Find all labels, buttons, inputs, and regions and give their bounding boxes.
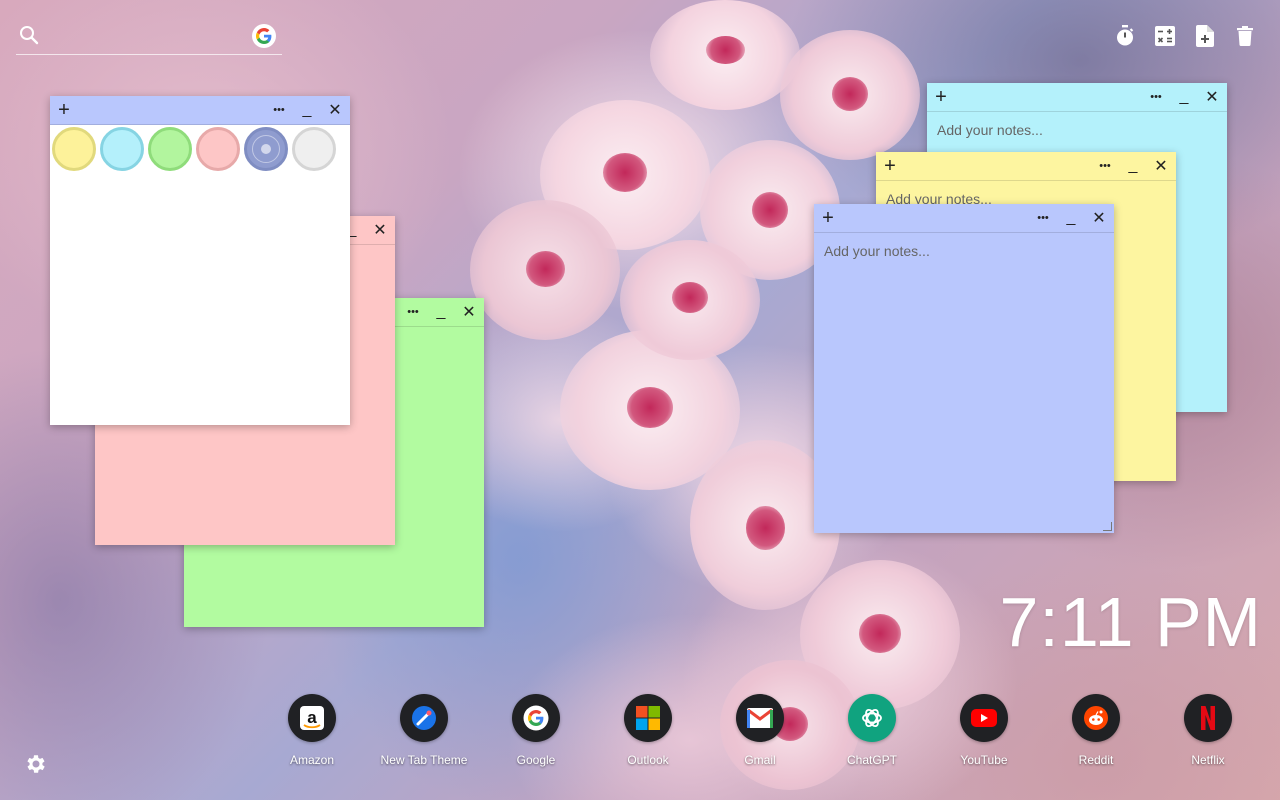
color-palette (50, 125, 350, 171)
note-header[interactable]: + ••• _ ✕ (927, 83, 1227, 112)
yellow-swatch[interactable] (52, 127, 96, 171)
shortcut-label: Google (516, 753, 556, 767)
cyan-swatch[interactable] (100, 127, 144, 171)
note-text-area[interactable]: Add your notes... (927, 112, 1227, 148)
shortcut-label: ChatGPT (846, 753, 897, 767)
shortcut-label: Reddit (1078, 753, 1114, 767)
note-minimize-button[interactable]: _ (430, 298, 452, 326)
shortcut-amazon[interactable]: a Amazon (256, 694, 368, 767)
shortcut-youtube[interactable]: YouTube (928, 694, 1040, 767)
shortcut-label: YouTube (960, 753, 1008, 767)
trash-icon[interactable] (1234, 24, 1256, 48)
sticky-note-lavender[interactable]: + ••• _ ✕ Add your notes... (814, 204, 1114, 533)
netflix-icon (1184, 694, 1232, 742)
shortcut-google[interactable]: Google (480, 694, 592, 767)
calculator-icon[interactable] (1154, 24, 1176, 48)
note-minimize-button[interactable]: _ (296, 96, 318, 124)
shortcut-new-tab-theme[interactable]: New Tab Theme (368, 694, 480, 767)
note-more-button[interactable]: ••• (1145, 83, 1167, 111)
note-header[interactable]: + ••• _ ✕ (50, 96, 350, 125)
note-text-area[interactable]: Add your notes... (814, 233, 1114, 269)
note-header[interactable]: + ••• _ ✕ (814, 204, 1114, 233)
shortcut-label: Amazon (289, 753, 335, 767)
search-icon[interactable] (18, 24, 40, 46)
reddit-icon (1072, 694, 1120, 742)
gmail-icon (736, 694, 784, 742)
google-icon[interactable] (252, 24, 276, 48)
note-close-button[interactable]: ✕ (1150, 152, 1172, 180)
top-toolbar (1114, 24, 1256, 48)
note-add-button[interactable]: + (817, 204, 839, 232)
shortcut-outlook[interactable]: Outlook (592, 694, 704, 767)
search-bar[interactable] (16, 22, 282, 55)
timer-icon[interactable] (1114, 24, 1136, 48)
shortcut-label: Gmail (744, 753, 776, 767)
note-close-button[interactable]: ✕ (458, 298, 480, 326)
lavender-swatch[interactable] (244, 127, 288, 171)
shortcut-netflix[interactable]: Netflix (1152, 694, 1264, 767)
note-add-button[interactable]: + (53, 96, 75, 124)
clock: 7:11 PM (999, 583, 1262, 661)
new-note-icon[interactable] (1194, 24, 1216, 48)
shortcut-reddit[interactable]: Reddit (1040, 694, 1152, 767)
chatgpt-icon (848, 694, 896, 742)
shortcut-label: Netflix (1191, 753, 1225, 767)
new-tab-theme-icon (400, 694, 448, 742)
note-minimize-button[interactable]: _ (1122, 152, 1144, 180)
white-swatch[interactable] (292, 127, 336, 171)
note-more-button[interactable]: ••• (1032, 204, 1054, 232)
note-more-button[interactable]: ••• (402, 298, 424, 326)
sticky-note-color-picker[interactable]: + ••• _ ✕ (50, 96, 350, 425)
note-more-button[interactable]: ••• (1094, 152, 1116, 180)
note-minimize-button[interactable]: _ (1173, 83, 1195, 111)
note-close-button[interactable]: ✕ (1201, 83, 1223, 111)
note-add-button[interactable]: + (930, 83, 952, 111)
pink-swatch[interactable] (196, 127, 240, 171)
resize-handle[interactable] (1103, 522, 1112, 531)
note-close-button[interactable]: ✕ (369, 216, 391, 244)
shortcut-label: New Tab Theme (380, 753, 468, 767)
note-header[interactable]: + ••• _ ✕ (876, 152, 1176, 181)
note-add-button[interactable]: + (879, 152, 901, 180)
microsoft-icon (624, 694, 672, 742)
svg-text:a: a (307, 708, 317, 727)
shortcut-dock: a Amazon New Tab Theme Google Outlook Gm… (0, 694, 1280, 774)
google-icon (512, 694, 560, 742)
shortcut-chatgpt[interactable]: ChatGPT (816, 694, 928, 767)
note-more-button[interactable]: ••• (268, 96, 290, 124)
note-close-button[interactable]: ✕ (1088, 204, 1110, 232)
note-close-button[interactable]: ✕ (324, 96, 346, 124)
note-minimize-button[interactable]: _ (1060, 204, 1082, 232)
shortcut-label: Outlook (627, 753, 669, 767)
green-swatch[interactable] (148, 127, 192, 171)
amazon-icon: a (288, 694, 336, 742)
shortcut-gmail[interactable]: Gmail (704, 694, 816, 767)
gear-icon[interactable] (24, 752, 48, 776)
youtube-icon (960, 694, 1008, 742)
